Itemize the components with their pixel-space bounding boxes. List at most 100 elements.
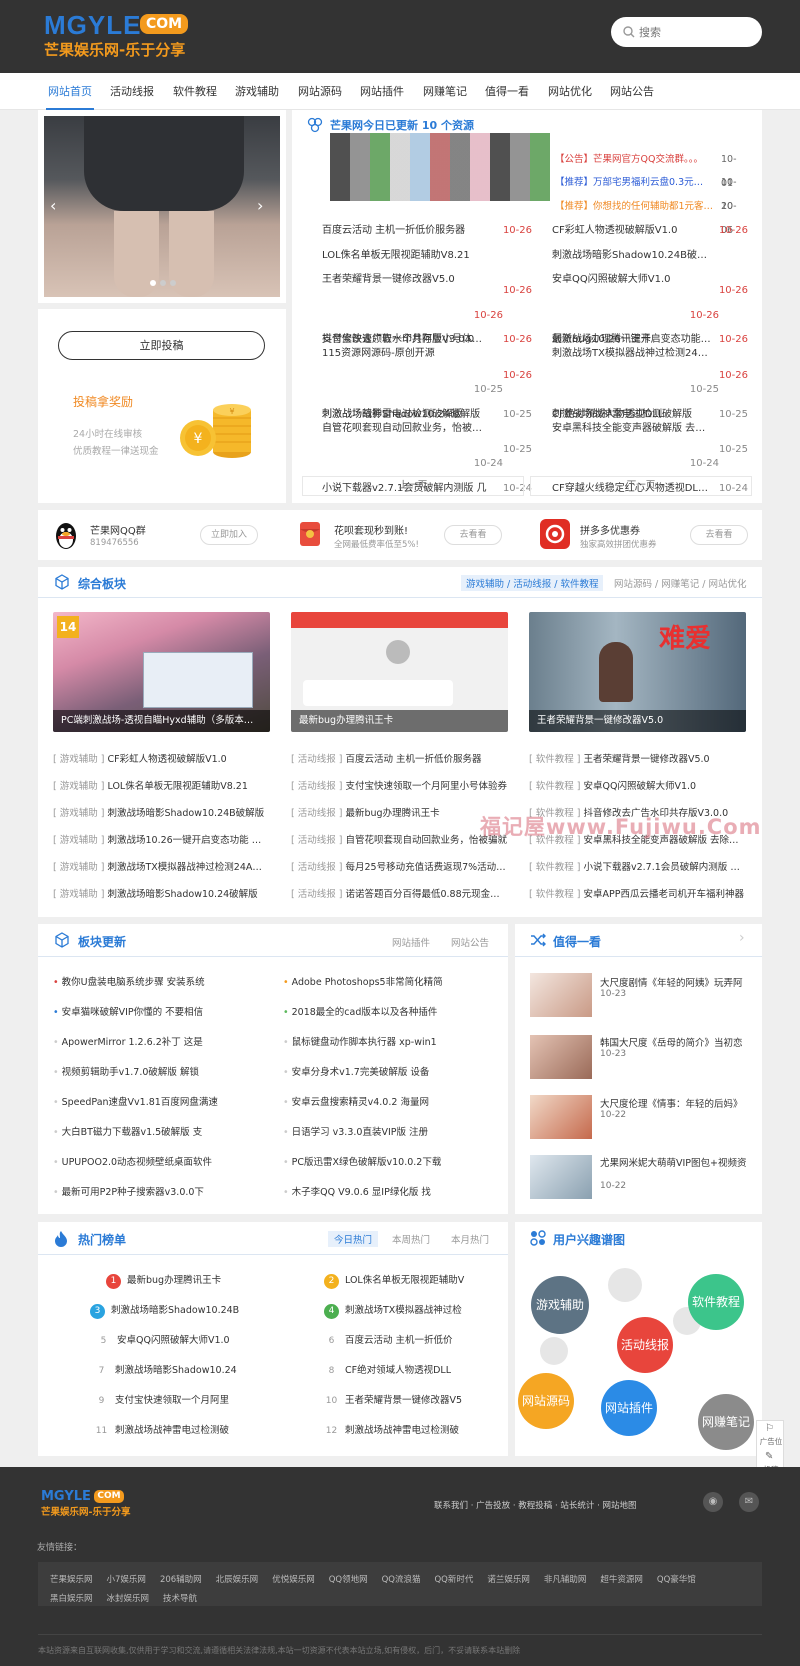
list-item[interactable]: [ 软件教程 ] 小说下载器v2.7.1会员破解内测版 几乎...	[529, 854, 746, 881]
list-item[interactable]: • 鼠标键盘动作脚本执行器 xp-win1	[283, 1028, 498, 1058]
friend-link[interactable]: 冰封娱乐网	[107, 1594, 150, 1604]
list-item[interactable]: 百度云活动 主机一折低价服务器 10-26	[322, 219, 532, 244]
friend-link[interactable]: QQ豪华馆	[657, 1575, 696, 1585]
list-item[interactable]: 自管花呗套现自动回款业务，怡被骗就 10-24	[322, 417, 532, 469]
hot-item[interactable]: 11 刺激战场战神雷电过检测破	[90, 1416, 300, 1446]
footer-link-contact[interactable]: 联系我们	[434, 1501, 468, 1511]
worth-thumb[interactable]	[530, 1035, 592, 1079]
list-item[interactable]: [ 活动线报 ] 百度云活动 主机一折低价服务器	[291, 746, 508, 773]
friend-link[interactable]: 小7娱乐网	[107, 1575, 146, 1585]
slider-dot-1[interactable]	[150, 280, 156, 286]
slider-dot-3[interactable]	[170, 280, 176, 286]
hot-item[interactable]: 2 LOL侏名单板无限视距辅助V	[324, 1266, 504, 1296]
hot-item[interactable]: 1 最新bug办理腾讯王卡	[90, 1266, 300, 1296]
list-item[interactable]: • 大白BT磁力下载器v1.5破解版 支	[53, 1118, 268, 1148]
list-item[interactable]: [ 软件教程 ] 安卓QQ闪照破解大师V1.0	[529, 773, 746, 800]
search-input[interactable]	[639, 22, 749, 42]
list-item[interactable]: 115资源网源码-原创开源 10-25	[322, 342, 532, 394]
hot-item[interactable]: 8 CF绝对领域人物透视DLL	[324, 1356, 504, 1386]
notice-row-3[interactable]: 【推荐】你想找的任何辅助都1元客服2 10-06	[322, 195, 742, 236]
updates-tab-notice[interactable]: 网站公告	[451, 935, 489, 949]
hot-item[interactable]: 12 刺激战场战神雷电过检测破	[324, 1416, 504, 1446]
list-item[interactable]: LOL侏名单板无限视距辅助V8.21 10-26	[322, 244, 532, 296]
notice-text[interactable]: 【公告】芒果网官方QQ交流群。。。	[555, 148, 705, 172]
look-button[interactable]: 去看看	[444, 525, 502, 545]
hot-item[interactable]: 7 刺激战场暗影Shadow10.24	[90, 1356, 300, 1386]
list-item[interactable]: CF彩虹人物透视破解版V1.0 10-26	[552, 219, 748, 244]
notice-row-1[interactable]: 【公告】芒果网官方QQ交流群。。。 10-01	[322, 148, 742, 189]
worth-title-3[interactable]: 大尺度伦理《情事：年轻的后妈》	[600, 1096, 750, 1110]
list-item[interactable]: [ 活动线报 ] 自管花呗套现自动回款业务，怡被骗就	[291, 827, 508, 854]
logo-com-badge[interactable]: COM	[140, 14, 188, 34]
footer-link-ads[interactable]: 广告投放	[476, 1501, 510, 1511]
interest-bubble-notes[interactable]: 网赚笔记	[698, 1394, 754, 1450]
nav-item-worth[interactable]: 值得一看	[483, 73, 531, 110]
slider-image[interactable]	[44, 116, 280, 297]
worth-thumb[interactable]	[530, 973, 592, 1017]
notice-text[interactable]: 【推荐】你想找的任何辅助都1元客服2	[555, 195, 715, 219]
list-item[interactable]: [ 游戏辅助 ] 刺激战场暗影Shadow10.24破解版	[53, 881, 270, 908]
hot-item[interactable]: 9 支付宝快速领取一个月阿里	[90, 1386, 300, 1416]
list-item[interactable]: [ 软件教程 ] 王者荣耀背景一键修改器V5.0	[529, 746, 746, 773]
nav-item-plugin[interactable]: 网站插件	[358, 73, 406, 110]
list-item[interactable]: • PC版迅雷X绿色破解版v10.0.2下载	[283, 1148, 498, 1178]
list-item[interactable]: 刺激战场暗影Shadow10.24B破解版 10-26	[552, 244, 748, 296]
look-button[interactable]: 去看看	[690, 525, 748, 545]
prev-page-button[interactable]: 上一页	[302, 476, 524, 496]
footer-logo-text[interactable]: MGYLE	[41, 1489, 91, 1504]
notice-text[interactable]: 【推荐】万部宅男福利云盘0.3元批发	[555, 171, 705, 195]
combo-thumb-2[interactable]: 最新bug办理腾讯王卡	[291, 612, 508, 732]
footer-logo-com[interactable]: COM	[94, 1490, 124, 1503]
mail-icon[interactable]: ✉	[739, 1492, 759, 1512]
hot-item[interactable]: 5 安卓QQ闪照破解大师V1.0	[90, 1326, 300, 1356]
nav-item-source[interactable]: 网站源码	[296, 73, 344, 110]
next-page-button[interactable]: 下一页	[530, 476, 752, 496]
list-item[interactable]: [ 游戏辅助 ] CF彩虹人物透视破解版V1.0	[53, 746, 270, 773]
list-item[interactable]: [ 活动线报 ] 诺诺答题百分百得最低0.88元现金红包...	[291, 881, 508, 908]
friend-link[interactable]: 优悦娱乐网	[272, 1575, 315, 1585]
list-item[interactable]: • Adobe Photoshops5非常简化精简	[283, 968, 498, 998]
worth-title-1[interactable]: 大尺度剧情《年轻的阿姨》玩弄阿	[600, 975, 750, 989]
friend-link[interactable]: 芒果娱乐网	[50, 1575, 93, 1585]
friend-link[interactable]: 诺兰娱乐网	[487, 1575, 530, 1585]
list-item[interactable]: [ 活动线报 ] 最新bug办理腾讯王卡	[291, 800, 508, 827]
hot-tab-week[interactable]: 本周热门	[392, 1232, 430, 1246]
promo-3-title[interactable]: 拼多多优惠券	[580, 522, 640, 537]
friend-link[interactable]: 北辰娱乐网	[216, 1575, 259, 1585]
worth-thumb[interactable]	[530, 1155, 592, 1199]
slider-dot-2[interactable]	[160, 280, 166, 286]
list-item[interactable]: • 视频剪辑助手v1.7.0破解版 解锁	[53, 1058, 268, 1088]
list-item[interactable]: • 教你U盘装电脑系统步骤 安装系统	[53, 968, 268, 998]
submit-button[interactable]: 立即投稿	[58, 331, 265, 360]
footer-link-submit[interactable]: 教程投稿	[518, 1501, 552, 1511]
footer-link-stats[interactable]: 站长统计	[560, 1501, 594, 1511]
hot-item[interactable]: 4 刺激战场TX模拟器战神过检	[324, 1296, 504, 1326]
notice-row-2[interactable]: 【推荐】万部宅男福利云盘0.3元批发 10-20	[322, 171, 742, 212]
promo-2-title[interactable]: 花呗套现秒到账!	[334, 522, 408, 537]
footer-link-sitemap[interactable]: 网站地图	[603, 1501, 637, 1511]
search-icon[interactable]	[623, 26, 635, 38]
list-item[interactable]: • SpeedPan速盘Vv1.81百度网盘满速	[53, 1088, 268, 1118]
friend-link[interactable]: 黑白娱乐网	[50, 1594, 93, 1604]
interest-bubble-plugin[interactable]: 网站插件	[601, 1380, 657, 1436]
list-item[interactable]: • 日语学习 v3.3.0直装VIP版 注册	[283, 1118, 498, 1148]
worth-title-2[interactable]: 韩国大尺度《岳母的简介》当初恋	[600, 1035, 750, 1049]
list-item[interactable]: [ 游戏辅助 ] LOL侏名单板无限视距辅助V8.21	[53, 773, 270, 800]
list-item[interactable]: • 最新可用P2P种子搜索器v3.0.0下	[53, 1178, 268, 1208]
list-item[interactable]: • 安卓猫咪破解VIP你懂的 不要相信	[53, 998, 268, 1028]
join-button[interactable]: 立即加入	[200, 525, 258, 545]
friend-link[interactable]: QQ领地网	[329, 1575, 368, 1585]
list-item[interactable]: • UPUPOO2.0动态视频壁纸桌面软件	[53, 1148, 268, 1178]
friend-link[interactable]: 非凡辅助网	[544, 1575, 587, 1585]
combo-tab-other[interactable]: 网站源码 / 网赚笔记 / 网站优化	[614, 576, 746, 590]
hot-item[interactable]: 10 王者荣耀背景一键修改器V5	[324, 1386, 504, 1416]
promo-1-title[interactable]: 芒果网QQ群	[90, 522, 146, 537]
hot-item[interactable]: 6 百度云活动 主机一折低价	[324, 1326, 504, 1356]
interest-bubble-software[interactable]: 软件教程	[688, 1274, 744, 1330]
updates-tab-plugin[interactable]: 网站插件	[392, 935, 430, 949]
nav-item-software[interactable]: 软件教程	[171, 73, 219, 110]
slider-next-icon[interactable]: ›	[257, 196, 263, 215]
nav-item-activity[interactable]: 活动线报	[108, 73, 156, 110]
combo-tab-active[interactable]: 游戏辅助 / 活动线报 / 软件教程	[461, 575, 604, 591]
list-item[interactable]: [ 游戏辅助 ] 刺激战场10.26一键开启变态功能 脚本...	[53, 827, 270, 854]
